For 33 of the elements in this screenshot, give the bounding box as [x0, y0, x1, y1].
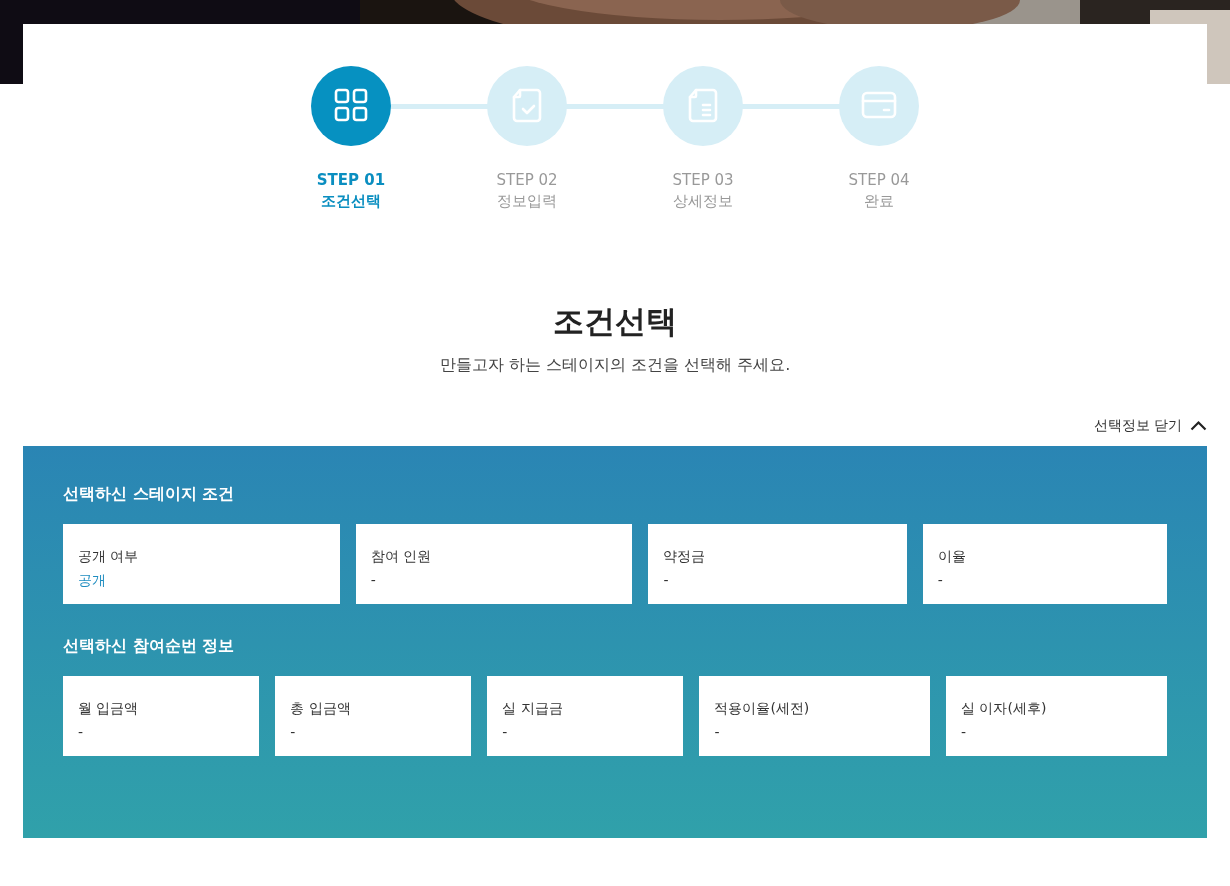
chevron-up-icon [1190, 419, 1207, 431]
page-subtitle: 만들고자 하는 스테이지의 조건을 선택해 주세요. [439, 353, 791, 376]
tile-value: - [937, 570, 944, 590]
grid-icon [333, 88, 369, 124]
tile-label: 이율 [937, 546, 967, 566]
collapse-toggle[interactable]: 선택정보 닫기 [1093, 414, 1207, 436]
section-heading: 선택하신 참여순번 정보 [63, 634, 236, 657]
tile-value: - [663, 570, 670, 590]
step-number: STEP 04 [848, 170, 910, 191]
step-label: 조건선택 [320, 191, 382, 212]
tile-value: - [78, 722, 85, 742]
tile-label: 공개 여부 [78, 546, 140, 566]
step-number: STEP 03 [672, 170, 734, 191]
step-number: STEP 01 [316, 170, 386, 191]
tile-value: - [714, 722, 721, 742]
step-label: 상세정보 [672, 191, 734, 212]
tile-label: 실 지급금 [502, 698, 564, 718]
tile-label: 약정금 [663, 546, 707, 566]
tile-label: 총 입금액 [290, 698, 352, 718]
tile-value: - [370, 570, 377, 590]
tile-value: - [290, 722, 297, 742]
step-label: 완료 [863, 191, 895, 212]
tile-label: 참여 인원 [370, 546, 433, 566]
tile-value: - [961, 722, 968, 742]
tile-label: 실 이자(세후) [961, 698, 1048, 718]
tile-value: - [502, 722, 509, 742]
step-label: 정보입력 [496, 191, 558, 212]
page-title: 조건선택 [553, 302, 677, 341]
tile-value: 공개 [78, 570, 107, 590]
tile-label: 적용이율(세전) [714, 698, 811, 718]
tile-label: 월 입금액 [78, 698, 140, 718]
step-number: STEP 02 [496, 170, 558, 191]
section-heading: 선택하신 스테이지 조건 [63, 482, 236, 505]
